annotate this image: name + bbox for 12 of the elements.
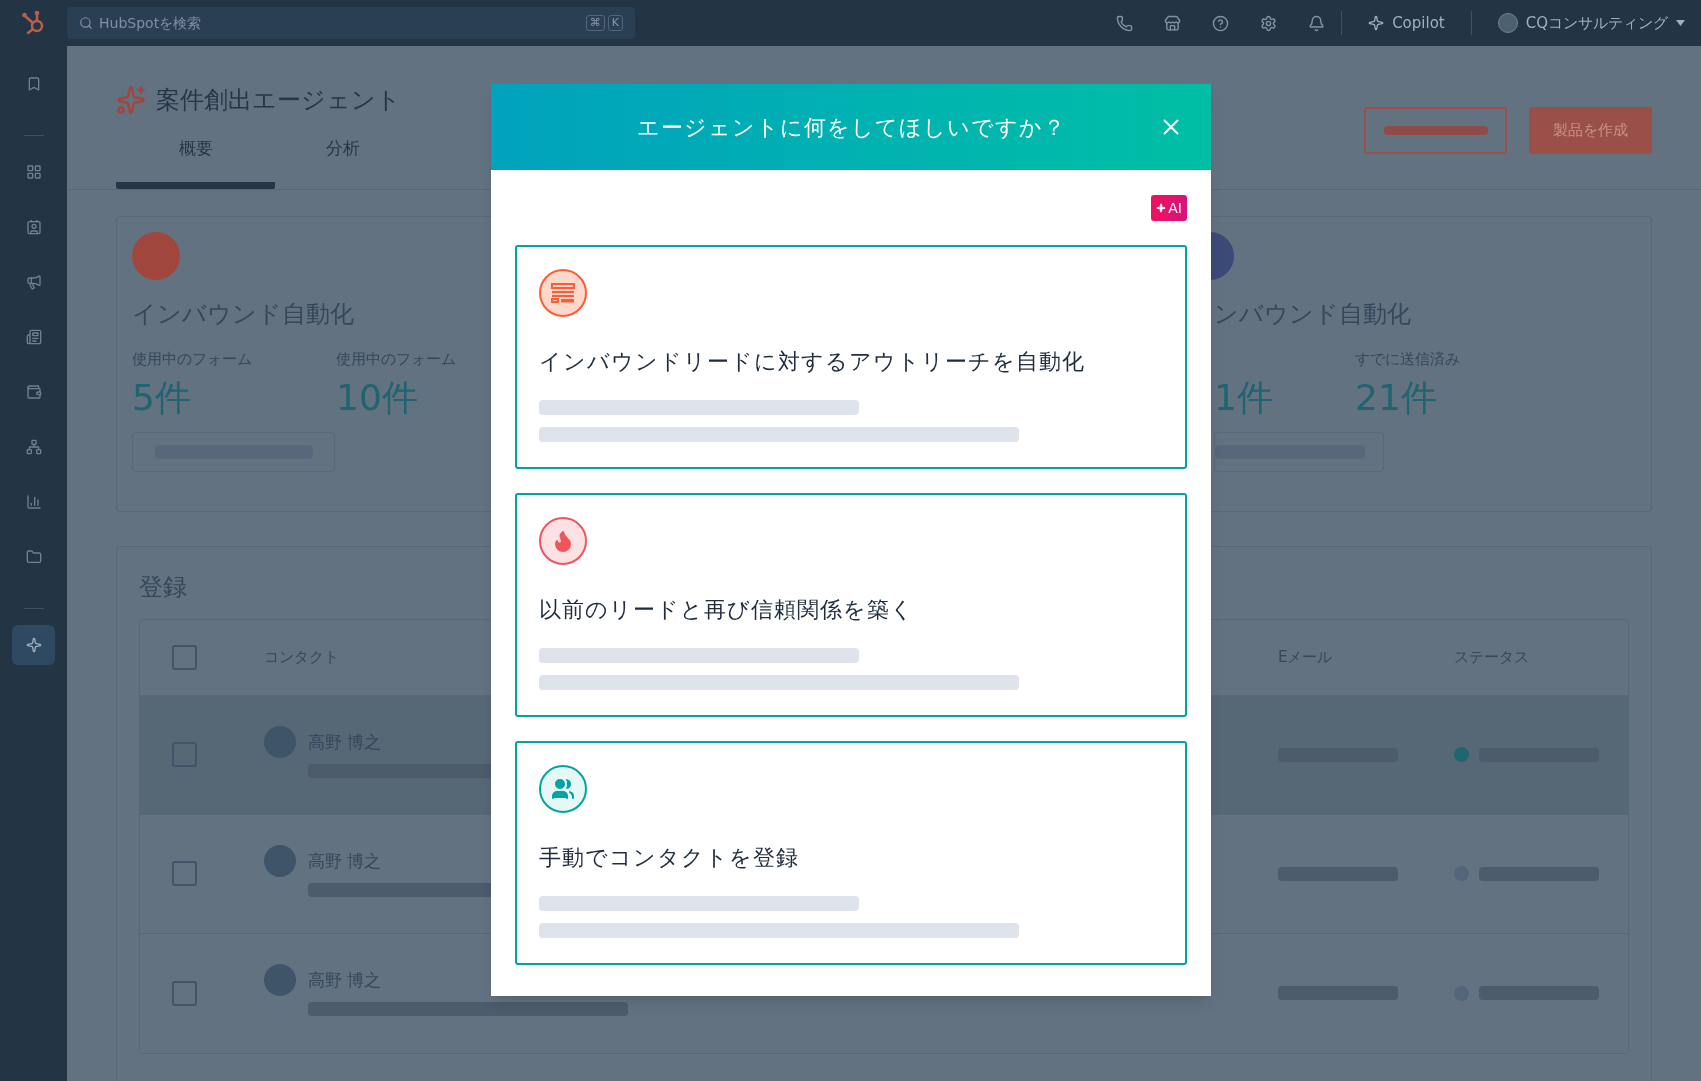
stat-value: 21件 (1355, 376, 1438, 420)
page-title: 案件創出エージェント (156, 85, 401, 116)
stat-value: 10件 (336, 376, 419, 420)
stat-value: 1件 (1214, 375, 1274, 420)
keyboard-key: K (607, 15, 623, 31)
keyboard-key: ⌘ (585, 15, 605, 31)
option-title: 手動でコンタクトを登録 (539, 844, 800, 872)
stat-value: 5件 (132, 376, 192, 420)
ai-badge: AI (1151, 195, 1187, 221)
option-title: 以前のリードと再び信頼関係を築く (539, 596, 915, 624)
modal-title: エージェントに何をしてほしいですか？ (636, 113, 1066, 142)
option-title: インバウンドリードに対するアウトリーチを自動化 (539, 348, 1086, 376)
